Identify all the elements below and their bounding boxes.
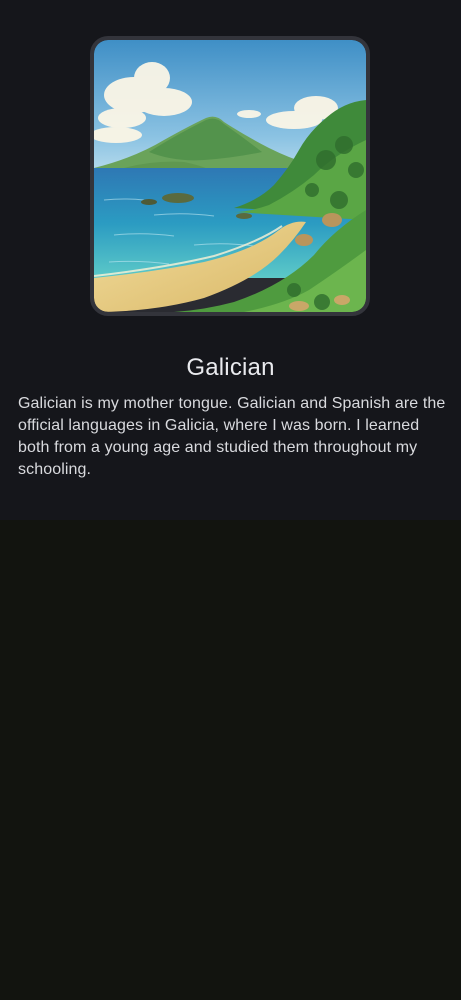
language-description: Galician is my mother tongue. Galician a… [18, 395, 446, 478]
language-illustration [90, 36, 370, 316]
language-card: Galician Galician is my mother tongue. G… [0, 0, 461, 520]
empty-content-area [0, 520, 461, 1000]
coastal-landscape-image [94, 40, 366, 312]
language-title: Galician [186, 354, 275, 381]
